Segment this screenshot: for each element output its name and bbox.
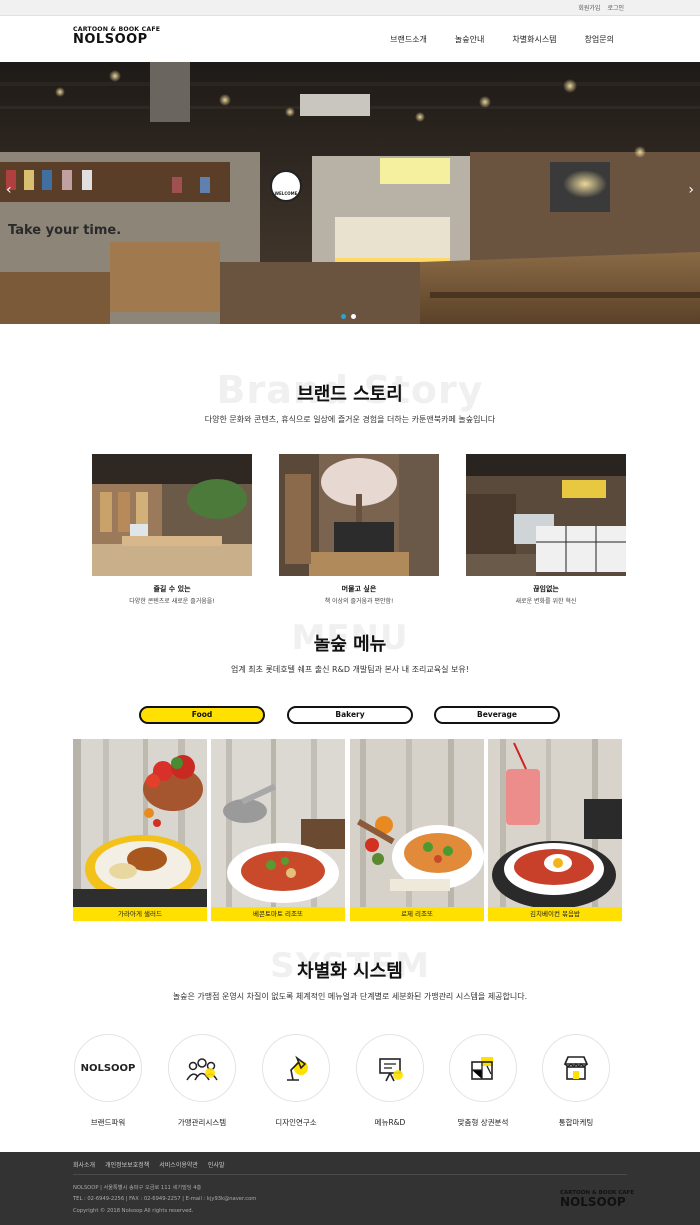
nav-item-startup[interactable]: 창업문의 xyxy=(585,34,614,45)
story-card-enjoy[interactable]: 즐길 수 있는 다양한 콘텐츠로 새로운 즐거움을! xyxy=(92,454,252,605)
system-item-label: 브랜드파워 xyxy=(90,1118,126,1127)
hero-next-arrow-icon[interactable]: › xyxy=(688,182,694,198)
system-desc: 놀숲은 가맹점 운영시 차질이 없도록 체계적인 메뉴얼과 단계별로 세분화된 … xyxy=(172,992,528,1001)
menu-card-kimchi-bacon-rice[interactable]: 김치베이컨 볶음밥 xyxy=(488,739,622,921)
system-item-label: 디자인연구소 xyxy=(275,1118,317,1127)
menu-card-bacon-tomato-risotto[interactable]: 베콘토마토 리조또 xyxy=(211,739,345,921)
tab-food[interactable]: Food xyxy=(139,706,265,724)
system-item-label: 가맹관리시스템 xyxy=(177,1118,227,1127)
system-title: 차별화 시스템 xyxy=(297,961,403,982)
system-item-brand-power[interactable]: NOLSOOP 브랜드파워 xyxy=(72,1034,144,1128)
site-logo[interactable]: CARTOON & BOOK CAFE NOLSOOP xyxy=(73,26,160,46)
footer-address: NOLSOOP | 서울특별시 송파구 오금로 111 세기빌딩 4층 xyxy=(73,1185,202,1191)
nolsoop-logo-icon: NOLSOOP xyxy=(74,1034,142,1102)
hero-dot[interactable] xyxy=(341,314,346,319)
system-item-design-lab[interactable]: 디자인연구소 xyxy=(260,1034,332,1128)
story-card-title: 즐길 수 있는 xyxy=(153,585,191,593)
story-image xyxy=(279,454,439,576)
footer-copyright: Copyright © 2018 Nolsoop All rights rese… xyxy=(73,1208,194,1214)
footer-divider xyxy=(73,1174,627,1175)
menu-image xyxy=(73,739,207,921)
system-logo-text: NOLSOOP xyxy=(80,1062,136,1074)
hero-slider: Take your time. WELCOME ‹ › xyxy=(0,62,700,324)
footer-link-greeting[interactable]: 인사말 xyxy=(208,1160,225,1169)
system-item-label: 메뉴R&D xyxy=(374,1118,406,1127)
menu-image xyxy=(211,739,345,921)
footer-logo-title: NOLSOOP xyxy=(560,1195,626,1209)
site-footer: 회사소개 개인정보보호정책 서비스이용약관 인사말 NOLSOOP | 서울특별… xyxy=(0,1152,700,1225)
menu-title: 놀숲 메뉴 xyxy=(313,634,387,655)
story-card-innovation[interactable]: 끊임없는 새로운 변화를 위한 혁신 xyxy=(466,454,626,605)
storefront-icon xyxy=(542,1034,610,1102)
story-image xyxy=(92,454,252,576)
menu-item-name: 베콘토마토 리조또 xyxy=(211,907,345,921)
hero-dot[interactable] xyxy=(351,314,356,319)
people-icon xyxy=(168,1034,236,1102)
nav-item-system[interactable]: 차별화시스템 xyxy=(512,34,556,45)
hero-image: Take your time. WELCOME xyxy=(0,62,700,324)
system-item-label: 맞춤형 상권분석 xyxy=(457,1118,509,1127)
system-item-area-analysis[interactable]: 맞춤형 상권분석 xyxy=(447,1034,519,1128)
footer-links: 회사소개 개인정보보호정책 서비스이용약관 인사말 xyxy=(73,1160,224,1169)
hero-wall-text: Take your time. xyxy=(8,223,121,238)
main-nav: 브랜드소개 놀숲안내 차별화시스템 창업문의 xyxy=(390,34,614,45)
story-card-desc: 다양한 콘텐츠로 새로운 즐거움을! xyxy=(129,598,215,605)
menu-image xyxy=(488,739,622,921)
hero-sign-text: WELCOME xyxy=(275,191,298,196)
menu-item-name: 로제 리조또 xyxy=(350,907,484,921)
system-item-label: 통합마케팅 xyxy=(558,1118,594,1127)
login-link[interactable]: 로그인 xyxy=(607,3,624,12)
brand-title: 브랜드 스토리 xyxy=(297,384,403,405)
footer-logo: CARTOON & BOOK CAFE NOLSOOP xyxy=(560,1190,634,1208)
menu-card-rose-risotto[interactable]: 로제 리조또 xyxy=(350,739,484,921)
signup-link[interactable]: 회원가입 xyxy=(578,3,600,12)
menu-desc: 업계 최초 롯데호텔 쉐프 출신 R&D 개발팀과 본사 내 조리교육실 보유! xyxy=(231,665,469,674)
hero-prev-arrow-icon[interactable]: ‹ xyxy=(6,182,12,198)
story-card-desc: 책 이상의 즐거움과 편안함! xyxy=(324,598,394,605)
footer-link-terms[interactable]: 서비스이용약관 xyxy=(159,1160,198,1169)
story-card-title: 머물고 싶은 xyxy=(341,585,377,593)
menu-image xyxy=(350,739,484,921)
menu-item-name: 가라아게 샐러드 xyxy=(73,907,207,921)
brand-desc: 다양한 문화와 콘텐츠, 휴식으로 일상에 즐거운 경험을 더하는 카툰앤북카페… xyxy=(204,415,496,424)
desk-lamp-icon xyxy=(262,1034,330,1102)
map-analysis-icon xyxy=(449,1034,517,1102)
hero-pagination xyxy=(341,314,356,319)
nav-item-guide[interactable]: 놀숲안내 xyxy=(455,34,484,45)
utility-links: 회원가입 로그인 xyxy=(578,3,624,12)
logo-title: NOLSOOP xyxy=(73,32,148,47)
story-card-title: 끊임없는 xyxy=(533,585,559,593)
story-card-stay[interactable]: 머물고 싶은 책 이상의 즐거움과 편안함! xyxy=(279,454,439,605)
system-item-menu-rnd[interactable]: 메뉴R&D xyxy=(354,1034,426,1128)
nav-item-brand[interactable]: 브랜드소개 xyxy=(390,34,427,45)
system-item-franchise-management[interactable]: 가맹관리시스템 xyxy=(166,1034,238,1128)
footer-link-company[interactable]: 회사소개 xyxy=(73,1160,95,1169)
menu-card-salad[interactable]: 가라아게 샐러드 xyxy=(73,739,207,921)
tab-bakery[interactable]: Bakery xyxy=(287,706,413,724)
tab-beverage[interactable]: Beverage xyxy=(434,706,560,724)
presentation-board-icon xyxy=(356,1034,424,1102)
menu-item-name: 김치베이컨 볶음밥 xyxy=(488,907,622,921)
footer-contact: TEL : 02-6949-2256 | FAX : 02-6949-2257 … xyxy=(73,1196,257,1202)
footer-link-privacy[interactable]: 개인정보보호정책 xyxy=(105,1160,149,1169)
site-header: CARTOON & BOOK CAFE NOLSOOP 브랜드소개 놀숲안내 차… xyxy=(0,16,700,62)
system-item-integrated-marketing[interactable]: 통합마케팅 xyxy=(540,1034,612,1128)
story-image xyxy=(466,454,626,576)
story-card-desc: 새로운 변화를 위한 혁신 xyxy=(515,598,577,605)
utility-bar: 회원가입 로그인 xyxy=(0,0,700,16)
